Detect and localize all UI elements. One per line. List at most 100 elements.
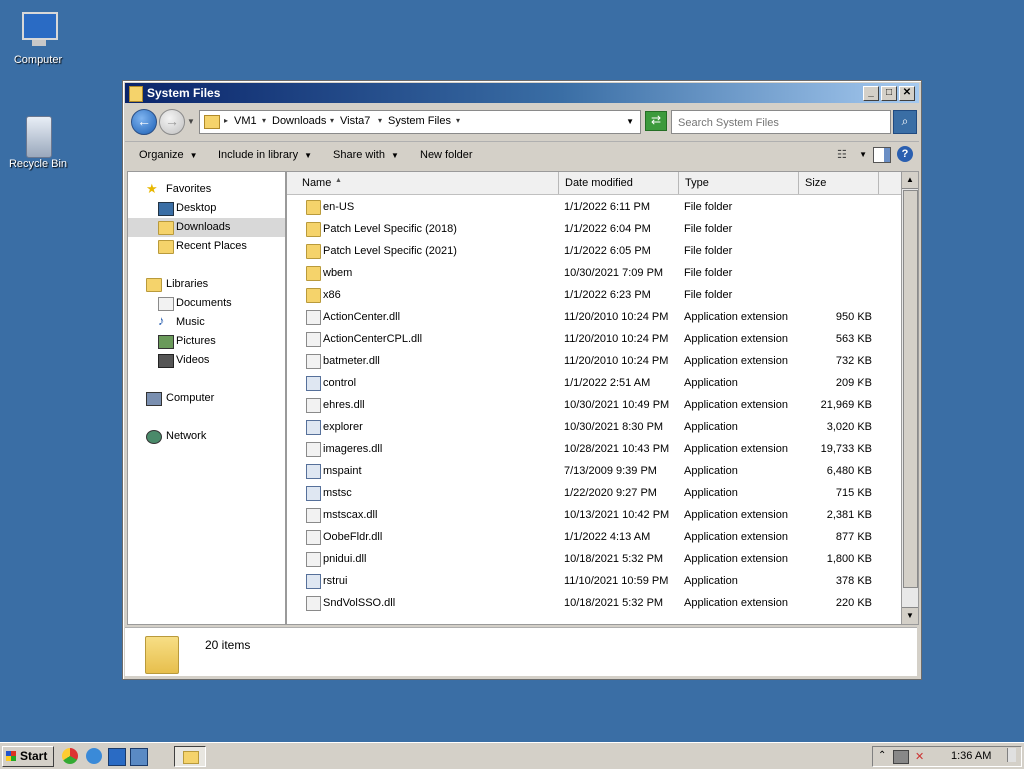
show-hidden-icons-button[interactable]: ⌃ [878,750,886,761]
chevron-right-icon[interactable]: ▸ [224,116,228,125]
switch-windows-icon[interactable] [130,748,148,766]
show-desktop-button[interactable] [1007,748,1016,762]
internet-explorer-icon[interactable] [86,748,102,764]
file-row[interactable]: OobeFldr.dll 1/1/2022 4:13 AM Application … [287,526,901,548]
forward-button[interactable]: → [159,109,185,135]
details-pane: 20 items [125,627,917,676]
change-view-icon[interactable]: ☷ [837,148,853,162]
dll-icon [306,508,321,523]
breadcrumb-vm1[interactable]: VM1 [234,115,257,127]
file-size: 378 KB [835,575,872,587]
file-row[interactable]: explorer 10/30/2021 8:30 PM Application 3,0… [287,416,901,438]
file-row[interactable]: pnidui.dll 10/18/2021 5:32 PM Application … [287,548,901,570]
file-row[interactable]: SndVolSSO.dll 10/18/2021 5:32 PM Applicati… [287,592,901,614]
file-type: File folder [684,223,733,235]
recent-pages-dropdown[interactable]: ▼ [187,117,195,126]
file-row[interactable]: ehres.dll 10/30/2021 10:49 PM Application … [287,394,901,416]
file-row[interactable]: control 1/1/2022 2:51 AM Application 209 KB [287,372,901,394]
file-row[interactable]: imageres.dll 10/28/2021 10:43 PM Applicati… [287,438,901,460]
chevron-down-icon[interactable]: ▾ [378,116,382,125]
taskbar-explorer-button[interactable] [174,746,206,767]
organize-button[interactable]: Organize ▼ [139,149,198,161]
file-date: 1/1/2022 6:04 PM [564,223,651,235]
desktop-icon-recycle-bin[interactable]: Recycle Bin [0,114,76,170]
file-row[interactable]: wbem 10/30/2021 7:09 PM File folder [287,262,901,284]
nav-item-documents[interactable]: Documents [128,294,285,313]
file-row[interactable]: ActionCenter.dll 11/20/2010 10:24 PM Appli… [287,306,901,328]
clock[interactable]: 1:36 AM [951,750,991,762]
scroll-thumb[interactable] [903,190,918,588]
column-header-size[interactable]: Size [799,172,879,194]
nav-item-music[interactable]: ♪ Music [128,313,285,332]
search-button[interactable]: ⌕ [893,110,917,134]
start-button[interactable]: Start [2,746,54,767]
share-with-button[interactable]: Share with ▼ [333,149,399,161]
file-type: Application extension [684,333,788,345]
file-date: 10/28/2021 10:43 PM [564,443,670,455]
file-type: Application extension [684,311,788,323]
app-icon [306,464,321,479]
file-row[interactable]: mstscax.dll 10/13/2021 10:42 PM Applicatio… [287,504,901,526]
file-row[interactable]: Patch Level Specific (2021) 1/1/2022 6:05… [287,240,901,262]
vertical-scrollbar[interactable]: ▲ ▼ [901,171,919,625]
show-desktop-icon[interactable] [108,748,126,766]
refresh-button[interactable]: ⇄ [645,111,667,131]
file-type: Application [684,465,738,477]
nav-item-network[interactable]: Network [128,427,285,446]
breadcrumb-system-files[interactable]: System Files [388,115,451,127]
network-icon [146,430,162,444]
nav-libraries[interactable]: Libraries [128,275,285,294]
nav-item-downloads[interactable]: Downloads [128,218,285,237]
view-options-dropdown[interactable]: ▼ [859,150,867,159]
desktop-icon-computer[interactable]: Computer [0,10,76,66]
minimize-button[interactable]: _ [863,86,879,101]
nav-item-videos[interactable]: Videos [128,351,285,370]
address-bar[interactable]: ▸ VM1 ▾ Downloads ▾ Vista7 ▾ System File… [199,110,641,134]
file-row[interactable]: ActionCenterCPL.dll 11/20/2010 10:24 PM Ap… [287,328,901,350]
nav-favorites[interactable]: ★ Favorites [128,180,285,199]
preview-pane-button[interactable] [873,147,891,163]
file-row[interactable]: rstrui 11/10/2021 10:59 PM Application 378 … [287,570,901,592]
help-button[interactable]: ? [897,146,913,162]
search-box[interactable] [671,110,891,134]
chevron-down-icon[interactable]: ▾ [456,116,460,125]
back-button[interactable]: ← [131,109,157,135]
search-input[interactable] [676,114,876,131]
column-header-date[interactable]: Date modified [559,172,679,194]
network-status-icon[interactable] [893,750,909,764]
file-row[interactable]: mspaint 7/13/2009 9:39 PM Application 6,480… [287,460,901,482]
file-date: 1/1/2022 6:05 PM [564,245,651,257]
nav-item-computer[interactable]: Computer [128,389,285,408]
volume-muted-icon[interactable]: ✕ [915,750,924,763]
column-header-type[interactable]: Type [679,172,799,194]
file-row[interactable]: x86 1/1/2022 6:23 PM File folder [287,284,901,306]
scroll-up-button[interactable]: ▲ [902,172,918,189]
file-row[interactable]: mstsc 1/22/2020 9:27 PM Application 715 KB [287,482,901,504]
close-button[interactable]: ✕ [899,86,915,101]
new-folder-button[interactable]: New folder [420,149,473,161]
computer-icon [18,10,58,50]
column-header-name[interactable]: Name ▲ [287,172,559,194]
breadcrumb-vista7[interactable]: Vista7 [340,115,370,127]
dll-icon [306,552,321,567]
file-row[interactable]: batmeter.dll 11/20/2010 10:24 PM Applicati… [287,350,901,372]
chrome-icon[interactable] [62,748,78,764]
address-history-dropdown[interactable]: ▼ [626,117,634,126]
chevron-down-icon[interactable]: ▾ [262,116,266,125]
desktop-icon [158,202,174,216]
nav-item-desktop[interactable]: Desktop [128,199,285,218]
explorer-window: System Files _ □ ✕ ← → ▼ ▸ VM1 ▾ Downloa… [122,80,922,680]
scroll-down-button[interactable]: ▼ [902,607,918,624]
breadcrumb-downloads[interactable]: Downloads [272,115,326,127]
nav-item-pictures[interactable]: Pictures [128,332,285,351]
chevron-down-icon[interactable]: ▾ [330,116,334,125]
dll-icon [306,354,321,369]
maximize-button[interactable]: □ [881,86,897,101]
file-row[interactable]: Patch Level Specific (2018) 1/1/2022 6:04… [287,218,901,240]
title-bar[interactable]: System Files _ □ ✕ [125,83,919,103]
dll-icon [306,596,321,611]
include-in-library-button[interactable]: Include in library ▼ [218,149,312,161]
file-type: Application [684,575,738,587]
file-row[interactable]: en-US 1/1/2022 6:11 PM File folder [287,196,901,218]
nav-item-recent-places[interactable]: Recent Places [128,237,285,256]
